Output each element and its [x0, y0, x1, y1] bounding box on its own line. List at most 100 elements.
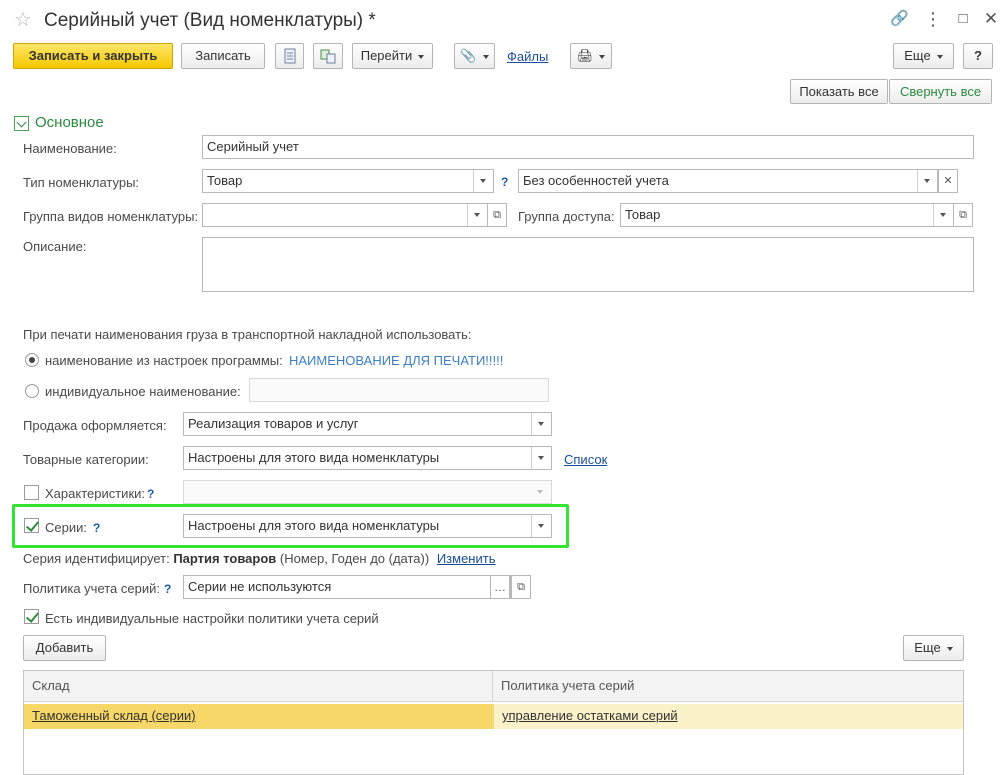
radio-program-name[interactable] [25, 353, 39, 367]
chevron-down-icon[interactable] [531, 515, 551, 537]
section-collapse-icon[interactable] [14, 116, 29, 131]
group-label: Группа видов номенклатуры: [23, 209, 199, 224]
description-field[interactable] [202, 237, 974, 292]
open-icon[interactable]: ⧉ [487, 203, 507, 227]
table-more-button[interactable]: Еще [903, 635, 964, 661]
group-select[interactable] [202, 203, 488, 227]
section-title[interactable]: Основное [35, 113, 104, 133]
sale-select[interactable]: Реализация товаров и услуг [183, 412, 552, 436]
series-label: Серии: [45, 520, 87, 535]
files-link[interactable]: Файлы [507, 49, 548, 65]
series-identifies: Серия идентифицирует: Партия товаров (Но… [23, 551, 495, 567]
series-identifies-prefix: Серия идентифицирует: [23, 551, 170, 566]
characteristics-checkbox[interactable] [24, 485, 39, 500]
categories-select[interactable]: Настроены для этого вида номенклатуры [183, 446, 552, 470]
warehouse-policy-table: Склад Политика учета серий Таможенный ск… [23, 670, 964, 775]
chevron-down-icon[interactable] [531, 447, 551, 469]
access-label: Группа доступа: [518, 209, 615, 224]
window-title: Серийный учет (Вид номенклатуры) * [44, 10, 376, 31]
link-icon[interactable]: 🔗 [890, 10, 909, 28]
chevron-down-icon[interactable] [917, 170, 937, 192]
save-and-close-button[interactable]: Записать и закрыть [13, 43, 173, 69]
series-value: Настроены для этого вида номенклатуры [188, 518, 440, 533]
sale-label: Продажа оформляется: [23, 418, 167, 433]
access-select[interactable]: Товар [620, 203, 954, 227]
clear-icon[interactable]: ✕ [938, 169, 958, 193]
type-label: Тип номенклатуры: [23, 175, 140, 190]
series-help-icon[interactable]: ? [93, 520, 100, 536]
radio-individual-name-label: индивидуальное наименование: [45, 384, 241, 399]
open-icon[interactable]: ⧉ [511, 575, 531, 599]
chevron-down-icon[interactable] [531, 413, 551, 435]
sale-value: Реализация товаров и услуг [188, 416, 359, 431]
chevron-down-icon [418, 54, 425, 59]
document-list-icon [284, 48, 295, 64]
goto-menu-button[interactable]: Перейти [352, 43, 433, 69]
attachment-button[interactable]: 📎 [454, 43, 495, 69]
name-field[interactable]: Серийный учет [202, 135, 974, 159]
collapse-all-button[interactable]: Свернуть все [889, 79, 992, 104]
column-header-policy[interactable]: Политика учета серий [493, 671, 963, 702]
series-identifies-bold: Партия товаров [173, 551, 277, 566]
individual-policy-checkbox[interactable] [24, 609, 39, 624]
print-icon: 🖨 [576, 48, 594, 63]
list-icon-button[interactable] [275, 43, 304, 69]
chevron-down-icon [599, 54, 606, 59]
goto-label: Перейти [360, 48, 413, 63]
policy-label: Политика учета серий: [23, 581, 160, 596]
print-button[interactable]: 🖨 [570, 43, 612, 69]
characteristics-select[interactable] [183, 480, 552, 504]
categories-list-link[interactable]: Список [564, 452, 607, 468]
description-label: Описание: [23, 239, 87, 254]
individual-name-field[interactable] [249, 378, 549, 402]
print-name-caption: При печати наименования груза в транспор… [23, 327, 472, 342]
print-name-value: НАИМЕНОВАНИЕ ДЛЯ ПЕЧАТИ!!!!! [289, 353, 504, 368]
type-feature-value: Без особенностей учета [523, 173, 669, 188]
characteristics-label: Характеристики: [45, 486, 146, 501]
type-feature-select[interactable]: Без особенностей учета [518, 169, 938, 193]
close-icon[interactable]: ✕ [982, 10, 1000, 28]
table-row[interactable]: Таможенный склад (серии) управление оста… [24, 704, 963, 729]
table-cell-warehouse[interactable]: Таможенный склад (серии) [24, 704, 493, 729]
series-select[interactable]: Настроены для этого вида номенклатуры [183, 514, 552, 538]
series-change-link[interactable]: Изменить [437, 551, 496, 566]
save-button[interactable]: Записать [181, 43, 265, 69]
ellipsis-icon[interactable]: … [490, 575, 510, 599]
more-menu-button[interactable]: Еще [893, 43, 954, 69]
categories-value: Настроены для этого вида номенклатуры [188, 450, 440, 465]
table-cell-policy[interactable]: управление остатками серий [493, 704, 963, 729]
favorite-star-icon[interactable]: ☆ [14, 8, 32, 32]
chevron-down-icon[interactable] [531, 481, 551, 503]
access-value: Товар [625, 207, 661, 222]
chevron-down-icon [946, 646, 953, 651]
more-actions-icon[interactable]: ⋮ [924, 10, 942, 28]
maximize-icon[interactable]: □ [954, 10, 972, 28]
chevron-down-icon [936, 54, 943, 59]
type-select[interactable]: Товар [202, 169, 494, 193]
more-label: Еще [904, 48, 931, 63]
characteristics-help-icon[interactable]: ? [147, 486, 154, 502]
chevron-down-icon [482, 54, 489, 59]
table-header: Склад Политика учета серий [24, 671, 963, 702]
policy-value: Серии не используются [188, 579, 332, 594]
open-icon[interactable]: ⧉ [953, 203, 973, 227]
document-structure-icon [320, 49, 336, 64]
chevron-down-icon[interactable] [473, 170, 493, 192]
policy-help-icon[interactable]: ? [164, 581, 171, 597]
type-help-icon[interactable]: ? [501, 174, 508, 190]
chevron-down-icon[interactable] [933, 204, 953, 226]
series-checkbox[interactable] [24, 518, 39, 533]
name-label: Наименование: [23, 141, 117, 156]
structure-icon-button[interactable] [313, 43, 343, 69]
show-all-button[interactable]: Показать все [790, 79, 888, 104]
chevron-down-icon[interactable] [467, 204, 487, 226]
help-button[interactable]: ? [963, 43, 993, 69]
table-more-label: Еще [914, 640, 941, 655]
type-value: Товар [207, 173, 243, 188]
categories-label: Товарные категории: [23, 452, 149, 467]
policy-field[interactable]: Серии не используются [183, 575, 511, 599]
add-row-button[interactable]: Добавить [23, 635, 106, 661]
paperclip-icon: 📎 [460, 48, 477, 63]
column-header-warehouse[interactable]: Склад [24, 671, 493, 702]
radio-individual-name[interactable] [25, 384, 39, 398]
